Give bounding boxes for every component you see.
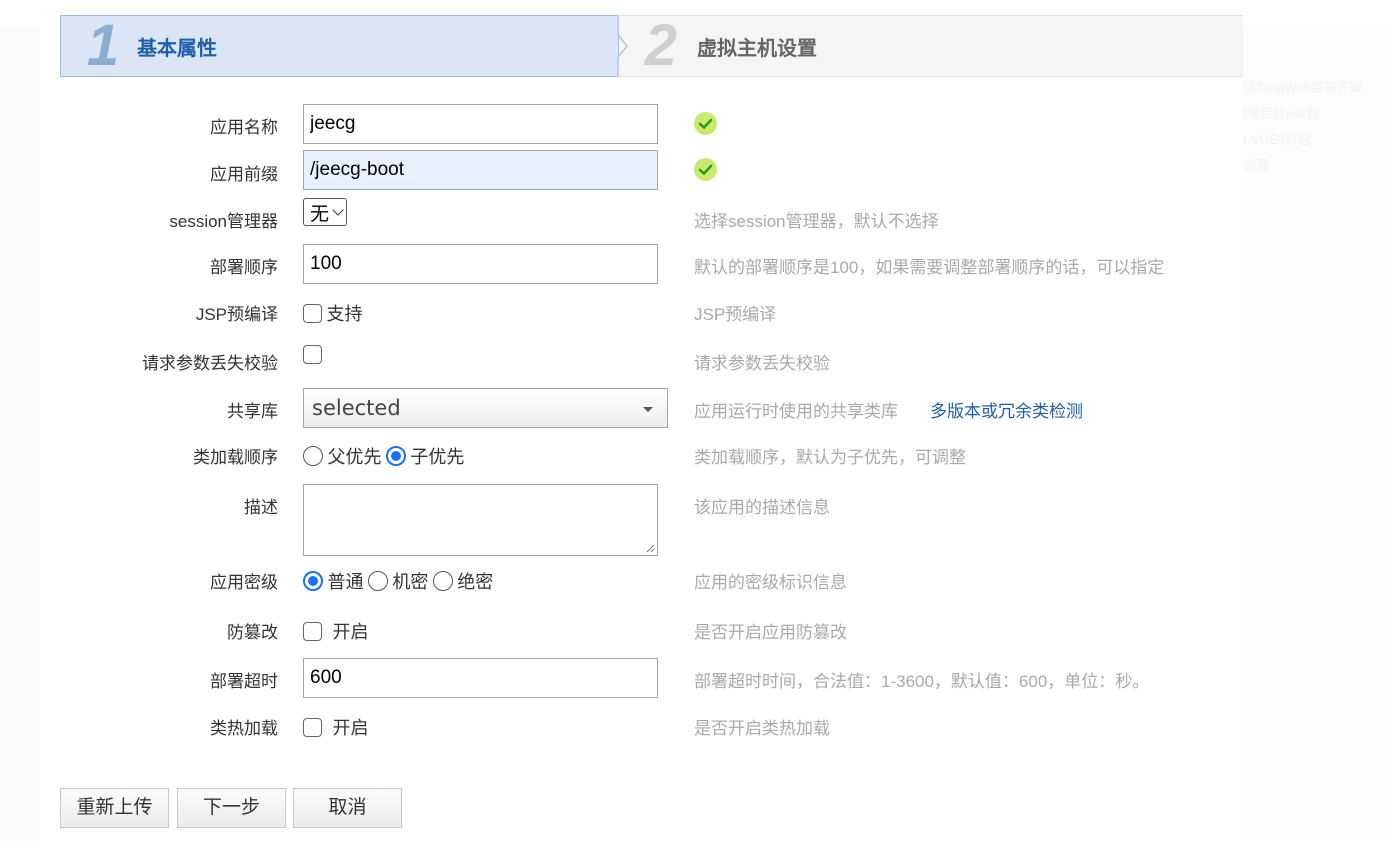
row-deploy-timeout: 部署超时 部署超时时间，合法值：1-3600，默认值：600，单位：秒。 — [0, 658, 1243, 698]
jsp-precompile-hint: JSP预编译 — [694, 305, 777, 324]
row-hot-reload: 类热加载 开启 是否开启类热加载 — [0, 706, 1243, 746]
app-name-label: 应用名称 — [210, 118, 278, 137]
row-description: 描述 该应用的描述信息 — [0, 484, 1243, 556]
step-basic-properties[interactable]: 1 基本属性 — [60, 15, 619, 77]
row-class-load-order: 类加载顺序 父优先 子优先 类加载顺序，默认为子优先，可调整 — [0, 436, 1243, 476]
session-manager-hint: 选择session管理器，默认不选择 — [694, 212, 939, 231]
row-tamper-proof: 防篡改 开启 是否开启应用防篡改 — [0, 610, 1243, 650]
shared-lib-select[interactable]: selected — [303, 388, 668, 428]
jsp-precompile-checkbox[interactable] — [303, 303, 322, 323]
security-normal-radio[interactable] — [303, 571, 323, 591]
tamper-proof-label: 防篡改 — [227, 623, 278, 642]
param-loss-check-option — [303, 345, 322, 364]
security-normal-label: 普通 — [327, 572, 364, 592]
deploy-order-input[interactable] — [303, 244, 658, 284]
parent-first-label: 父优先 — [327, 447, 382, 467]
security-level-options: 普通 机密 绝密 — [303, 568, 493, 594]
shared-lib-label: 共享库 — [227, 402, 278, 421]
check-circle-icon — [694, 112, 717, 135]
param-loss-check-checkbox[interactable] — [303, 345, 322, 364]
step-virtual-host-settings[interactable]: 2 虚拟主机设置 — [619, 15, 1243, 77]
deploy-timeout-input[interactable] — [303, 658, 658, 698]
resize-grip-icon[interactable] — [645, 543, 655, 553]
background-menu-item: 设置 — [1243, 158, 1270, 173]
security-confidential-label: 机密 — [392, 572, 429, 592]
class-load-order-hint: 类加载顺序，默认为子优先，可调整 — [694, 448, 966, 467]
child-first-radio[interactable] — [385, 446, 406, 466]
description-textarea[interactable] — [303, 484, 658, 556]
app-prefix-label: 应用前缀 — [210, 165, 278, 184]
hot-reload-hint: 是否开启类热加载 — [694, 719, 830, 738]
shared-lib-hint: 应用运行时使用的共享类库 — [694, 402, 898, 421]
row-deploy-order: 部署顺序 默认的部署顺序是100，如果需要调整部署顺序的话，可以指定 — [0, 244, 1243, 284]
param-loss-check-hint: 请求参数丢失校验 — [694, 354, 830, 373]
step-number: 2 — [644, 13, 677, 78]
param-loss-check-label: 请求参数丢失校验 — [142, 354, 278, 373]
description-label: 描述 — [244, 498, 278, 517]
tamper-proof-option: 开启 — [303, 618, 368, 644]
jsp-precompile-option-label: 支持 — [326, 304, 363, 324]
row-app-prefix: 应用前缀 — [0, 150, 1243, 190]
parent-first-radio[interactable] — [303, 446, 323, 466]
security-level-hint: 应用的密级标识信息 — [694, 573, 847, 592]
step-title: 基本属性 — [137, 37, 217, 60]
session-manager-value: 无 — [310, 203, 330, 225]
shared-lib-hint-group: 应用运行时使用的共享类库 多版本或冗余类检测 — [694, 397, 1083, 422]
session-manager-select[interactable]: 无 — [303, 198, 348, 226]
background-menu-item: 通TongWeb部署方案 — [1243, 80, 1363, 95]
check-circle-icon — [694, 158, 717, 181]
class-load-order-options: 父优先 子优先 — [303, 443, 464, 469]
row-app-name: 应用名称 — [0, 104, 1243, 144]
hot-reload-checkbox[interactable] — [303, 717, 322, 737]
hot-reload-option: 开启 — [303, 714, 368, 740]
background-menu: 通TongWeb部署方案 t项目打war包 t-VUE3打包 设置 — [1243, 78, 1393, 182]
deploy-timeout-hint: 部署超时时间，合法值：1-3600，默认值：600，单位：秒。 — [694, 672, 1150, 691]
background-menu-item: t-VUE3打包 — [1243, 132, 1311, 147]
security-top-secret-radio[interactable] — [432, 571, 453, 591]
step-title: 虚拟主机设置 — [697, 37, 817, 60]
row-session-manager: session管理器 无 选择session管理器，默认不选择 — [0, 198, 1243, 238]
security-confidential-radio[interactable] — [367, 571, 388, 591]
tamper-proof-checkbox[interactable] — [303, 621, 322, 641]
row-shared-lib: 共享库 selected 应用运行时使用的共享类库 多版本或冗余类检测 — [0, 388, 1243, 428]
chevron-down-icon — [332, 203, 344, 216]
deploy-timeout-label: 部署超时 — [210, 672, 278, 691]
security-top-secret-label: 绝密 — [457, 572, 494, 592]
next-step-button[interactable]: 下一步 — [177, 788, 286, 828]
wizard-steps: 1 基本属性 2 虚拟主机设置 — [60, 15, 1243, 77]
step-number: 1 — [86, 13, 119, 78]
jsp-precompile-label: JSP预编译 — [195, 305, 278, 324]
child-first-label: 子优先 — [410, 447, 465, 467]
row-jsp-precompile: JSP预编译 支持 JSP预编译 — [0, 292, 1243, 332]
app-prefix-input[interactable] — [303, 150, 658, 190]
description-hint: 该应用的描述信息 — [694, 498, 830, 517]
reupload-button[interactable]: 重新上传 — [60, 788, 169, 828]
jsp-precompile-option: 支持 — [303, 300, 362, 326]
security-level-label: 应用密级 — [210, 573, 278, 592]
app-name-input[interactable] — [303, 104, 658, 144]
session-manager-label: session管理器 — [169, 212, 278, 231]
row-security-level: 应用密级 普通 机密 绝密 应用的密级标识信息 — [0, 560, 1243, 600]
shared-lib-value: selected — [312, 396, 401, 420]
cancel-button[interactable]: 取消 — [293, 788, 402, 828]
background-menu-item: t项目打war包 — [1243, 106, 1320, 121]
class-load-order-label: 类加载顺序 — [193, 448, 278, 467]
tamper-proof-hint: 是否开启应用防篡改 — [694, 623, 847, 642]
row-param-loss-check: 请求参数丢失校验 请求参数丢失校验 — [0, 340, 1243, 380]
hot-reload-label: 类热加载 — [210, 719, 278, 738]
tamper-proof-option-label: 开启 — [332, 622, 369, 642]
hot-reload-option-label: 开启 — [332, 718, 369, 738]
deploy-order-hint: 默认的部署顺序是100，如果需要调整部署顺序的话，可以指定 — [694, 258, 1165, 277]
deploy-order-label: 部署顺序 — [210, 258, 278, 277]
step-arrow-icon — [617, 15, 628, 77]
multi-version-check-link[interactable]: 多版本或冗余类检测 — [930, 402, 1083, 421]
dropdown-arrow-icon — [643, 407, 653, 412]
